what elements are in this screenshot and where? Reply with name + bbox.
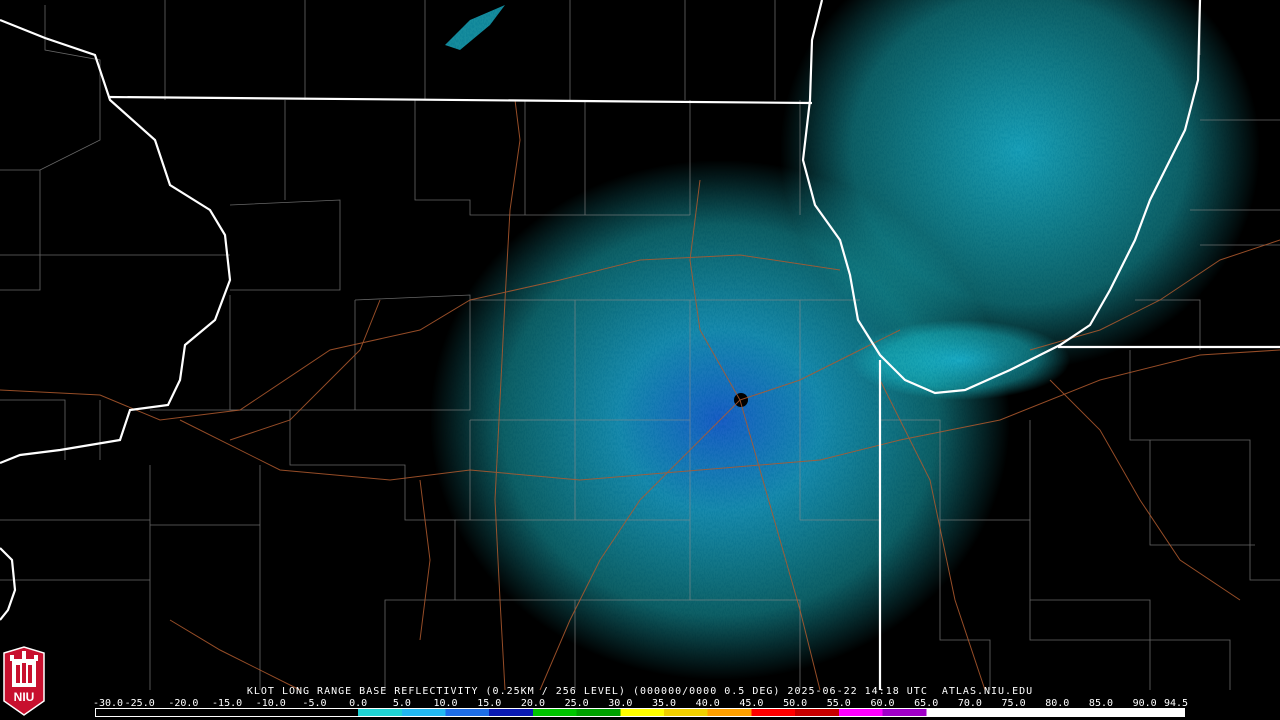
scale-label: 70.0 xyxy=(957,698,982,709)
scale-label: 75.0 xyxy=(1001,698,1026,709)
scale-label: 50.0 xyxy=(783,698,808,709)
scale-label: 15.0 xyxy=(477,698,502,709)
scale-labels: -30.0 -25.0 -20.0 -15.0 -10.0 -5.0 0.0 5.0 10.0 1… xyxy=(92,698,1189,709)
scale-label: 20.0 xyxy=(520,698,545,709)
scale-label: 0.0 xyxy=(349,698,368,709)
scale-label: 25.0 xyxy=(564,698,589,709)
scale-label: -10.0 xyxy=(255,698,286,709)
scale-label: 45.0 xyxy=(739,698,764,709)
radar-map xyxy=(0,0,1280,720)
scale-label: -25.0 xyxy=(124,698,155,709)
scale-label: 90.0 xyxy=(1132,698,1157,709)
scale-label: -15.0 xyxy=(212,698,243,709)
scale-label: 80.0 xyxy=(1045,698,1070,709)
scale-label: 55.0 xyxy=(826,698,851,709)
scale-label: 94.5 xyxy=(1163,698,1189,709)
scale-label: 35.0 xyxy=(651,698,677,709)
product-title: KLOT LONG RANGE BASE REFLECTIVITY (0.25K… xyxy=(246,686,1034,697)
echo-texture xyxy=(0,0,1280,690)
scale-label: -30.0 xyxy=(92,698,124,709)
radar-echoes xyxy=(0,0,1280,690)
scale-label: 40.0 xyxy=(695,698,720,709)
scale-label: 60.0 xyxy=(870,698,895,709)
scale-label: -20.0 xyxy=(168,698,199,709)
scale-label: 10.0 xyxy=(433,698,458,709)
reflectivity-colorbar xyxy=(95,708,1185,717)
scale-label: 65.0 xyxy=(914,698,939,709)
scale-label: 5.0 xyxy=(392,698,411,709)
niu-logo: NIU xyxy=(3,646,45,716)
scale-label: 30.0 xyxy=(608,698,633,709)
scale-label: -5.0 xyxy=(302,698,327,709)
scale-label: 85.0 xyxy=(1088,698,1114,709)
